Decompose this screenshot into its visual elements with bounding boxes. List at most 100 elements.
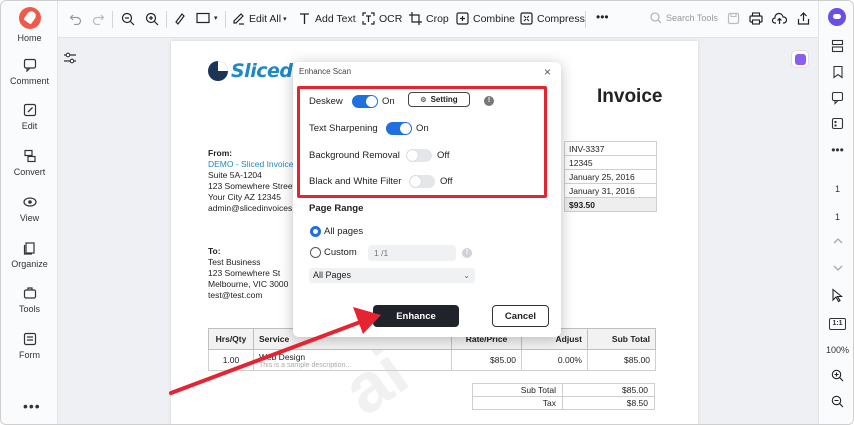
top-toolbar: ▾ Edit All ▾ Add Text OCR Crop Combine C… — [58, 1, 818, 38]
table-row: 1.00 Web Design This is a sample descrip… — [208, 349, 656, 371]
zoom-in-button[interactable] — [145, 12, 163, 26]
toolbar-more-button[interactable]: ••• — [596, 10, 609, 24]
sidebar-item-tools[interactable]: Tools — [1, 286, 58, 314]
item-description: This is a sample description... — [259, 361, 352, 369]
sliders-icon — [64, 52, 76, 64]
save-icon — [727, 12, 740, 25]
comment-label: Comment — [9, 76, 49, 86]
to-address: Test Business 123 Somewhere St Melbourne… — [208, 257, 288, 301]
all-pages-radio[interactable] — [310, 226, 321, 237]
table-row: INV-3337 — [564, 141, 657, 156]
comments-panel-button[interactable] — [819, 91, 853, 107]
compress-button[interactable]: Compress — [520, 12, 585, 25]
highlight-button[interactable] — [173, 12, 190, 25]
rightbar-more-button[interactable]: ••• — [819, 143, 853, 157]
page-up-button[interactable] — [819, 236, 853, 248]
sidebar-more-button[interactable]: ••• — [23, 398, 41, 414]
item-subtotal: $85.00 — [587, 349, 656, 371]
info-value: January 31, 2016 — [564, 183, 657, 198]
settings-sliders-button[interactable] — [61, 49, 79, 67]
sidebar-item-comment[interactable]: Comment — [1, 58, 58, 86]
page-current[interactable]: 1 — [819, 184, 853, 194]
app-logo-icon — [19, 7, 41, 29]
edit-all-button[interactable]: Edit All ▾ — [232, 12, 287, 25]
page-down-button[interactable] — [819, 263, 853, 275]
view-label: View — [19, 213, 40, 223]
cloud-upload-button[interactable] — [772, 12, 791, 25]
brand-mark-icon — [208, 61, 228, 81]
to-line: Melbourne, VIC 3000 — [208, 279, 289, 289]
add-text-label: Add Text — [315, 12, 356, 25]
zoom-out-button[interactable] — [121, 12, 139, 26]
close-icon[interactable]: × — [544, 65, 551, 79]
zoom-in-button[interactable] — [819, 369, 853, 384]
total-label: Sub Total — [472, 383, 563, 397]
marker-icon — [175, 13, 185, 25]
organize-label: Organize — [11, 259, 48, 269]
save-button[interactable] — [727, 12, 744, 25]
share-icon — [797, 12, 810, 25]
view-icon — [22, 197, 37, 207]
actual-size-icon: 1:1 — [829, 318, 846, 330]
search-tools-input[interactable]: Search Tools — [650, 12, 718, 24]
app-window: Home Comment Edit Convert View Organize … — [0, 0, 854, 425]
sidebar-item-convert[interactable]: Convert — [1, 149, 58, 177]
zoom-out-icon — [121, 12, 135, 26]
table-row: $93.50 — [564, 197, 657, 212]
chevron-down-icon: ⌄ — [463, 271, 470, 280]
comment-icon — [831, 91, 844, 105]
actual-size-button[interactable]: 1:1 — [819, 317, 853, 330]
sidebar-item-form[interactable]: Form — [1, 332, 58, 360]
sidebar-item-edit[interactable]: Edit — [1, 103, 58, 131]
total-label: Tax — [472, 396, 563, 410]
edit-all-label: Edit All — [249, 12, 282, 25]
form-fields-button[interactable] — [819, 117, 853, 133]
add-text-button[interactable]: Add Text — [298, 12, 356, 25]
custom-range-input[interactable] — [368, 245, 456, 261]
organize-icon — [23, 242, 35, 255]
shape-button[interactable]: ▾ — [196, 12, 218, 24]
combine-button[interactable]: Combine — [456, 12, 515, 25]
select-tool-button[interactable] — [819, 288, 853, 305]
add-text-icon — [300, 13, 309, 24]
info-value: January 25, 2016 — [564, 169, 657, 184]
toolbar-divider — [225, 11, 226, 28]
ocr-button[interactable]: OCR — [362, 12, 402, 25]
undo-button[interactable] — [69, 12, 86, 25]
to-line: test@test.com — [208, 290, 263, 300]
redo-button[interactable] — [92, 12, 109, 25]
zoom-out-icon — [831, 395, 844, 408]
sidebar-item-home[interactable]: Home — [1, 33, 58, 43]
edit-label: Edit — [21, 121, 38, 131]
zoom-level[interactable]: 100% — [819, 345, 853, 355]
share-button[interactable] — [797, 12, 814, 25]
panels-icon — [831, 39, 844, 53]
form-label: Form — [19, 350, 40, 360]
convert-icon — [23, 149, 36, 163]
convert-label: Convert — [13, 167, 46, 177]
page-subset-select[interactable]: All Pages ⌄ — [309, 268, 475, 283]
crop-button[interactable]: Crop — [409, 12, 449, 25]
ocr-label: OCR — [379, 12, 403, 25]
to-line: 123 Somewhere St — [208, 268, 281, 278]
info-icon[interactable]: ! — [462, 248, 472, 258]
zoom-out-button[interactable] — [819, 395, 853, 410]
zoom-in-icon — [145, 12, 159, 26]
floating-ai-tool-icon[interactable] — [791, 50, 809, 68]
cancel-button[interactable]: Cancel — [492, 305, 549, 327]
chevron-up-icon — [833, 238, 842, 244]
edit-icon — [233, 13, 244, 25]
print-icon — [749, 12, 763, 25]
compress-icon — [520, 12, 533, 25]
info-value: 12345 — [564, 155, 657, 170]
toolbar-divider — [585, 11, 586, 28]
ai-assistant-icon[interactable] — [828, 8, 846, 26]
custom-radio[interactable] — [310, 247, 321, 258]
bookmarks-button[interactable] — [819, 65, 853, 81]
sidebar-item-view[interactable]: View — [1, 195, 58, 223]
chevron-down-icon: ▾ — [283, 15, 287, 23]
print-button[interactable] — [749, 12, 767, 25]
sidebar-item-organize[interactable]: Organize — [1, 241, 58, 269]
enhance-button[interactable]: Enhance — [373, 305, 459, 327]
thumbnails-button[interactable] — [819, 39, 853, 55]
